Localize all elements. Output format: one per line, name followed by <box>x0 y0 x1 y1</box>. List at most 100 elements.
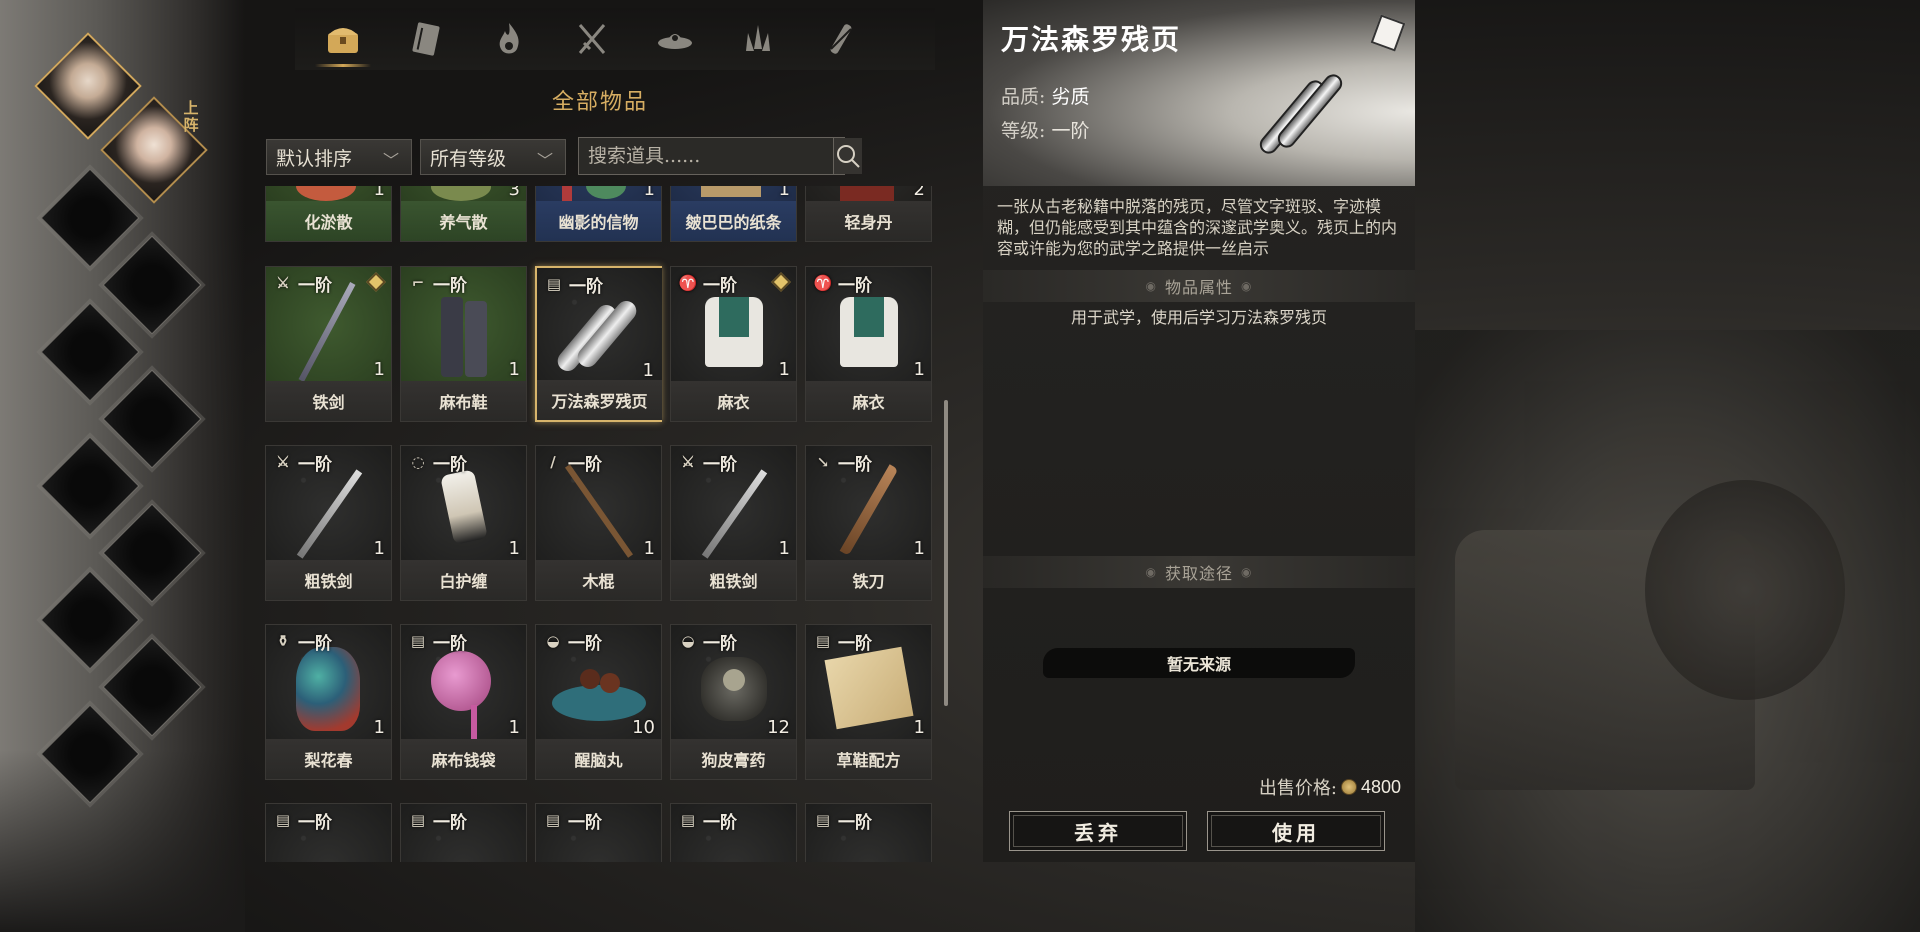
item-name: 铁剑 <box>266 381 391 421</box>
item-cell[interactable]: ↘ 一阶 1 铁刀 <box>805 445 932 601</box>
item-cell[interactable]: ∕ 一阶 1 木棍 <box>535 445 662 601</box>
item-count: 12 <box>767 717 790 738</box>
item-count: 1 <box>373 538 385 559</box>
item-cell[interactable]: ♈ 一阶 1 麻衣 <box>805 266 932 422</box>
item-name: 铁刀 <box>806 560 931 600</box>
tab-armor[interactable] <box>643 11 707 67</box>
hat-icon <box>658 34 692 49</box>
item-cell[interactable]: ⚱ 一阶 1 梨花春 <box>265 624 392 780</box>
section-title: 全部物品 <box>551 90 648 115</box>
quality-value: 劣质 <box>1051 86 1090 108</box>
sword-icon: ⚔ <box>276 452 290 471</box>
item-cell[interactable]: 1 幽影的信物 <box>535 186 662 242</box>
item-cell[interactable]: ◌ 一阶 1 白护缠 <box>400 445 527 601</box>
detail-title: 万法森罗残页 <box>1001 23 1182 56</box>
search-box <box>578 137 862 175</box>
category-tab-bar <box>295 8 935 70</box>
item-name: 梨花春 <box>266 739 391 779</box>
item-cell[interactable]: ⚔ 一阶 1 粗铁剑 <box>670 445 797 601</box>
item-name: 麻布鞋 <box>401 381 526 421</box>
item-cell[interactable]: ▤ 一阶 <box>670 803 797 862</box>
item-count: 10 <box>632 717 655 738</box>
item-tier: ◒ 一阶 <box>677 629 737 655</box>
sort-dropdown[interactable]: 默认排序 ﹀ <box>266 139 412 175</box>
tab-misc[interactable] <box>809 11 873 67</box>
tab-books[interactable] <box>394 11 458 67</box>
item-name: 轻身丹 <box>806 201 931 241</box>
item-cell[interactable]: ▤ 一阶 <box>535 803 662 862</box>
grade-label: 等级: <box>1001 120 1046 142</box>
search-input[interactable] <box>579 138 833 174</box>
grade-row: 等级: 一阶 <box>1001 116 1089 143</box>
item-tier-label: 一阶 <box>838 276 872 296</box>
item-tier-label: 一阶 <box>568 634 602 654</box>
grid-scrollbar[interactable] <box>944 400 948 706</box>
item-count: 2 <box>913 186 925 200</box>
item-tier-label: 一阶 <box>703 813 737 833</box>
blade-icon: ↘ <box>816 452 830 471</box>
item-cell[interactable]: ⚔ 一阶 1 粗铁剑 <box>265 445 392 601</box>
item-count: 1 <box>913 717 925 738</box>
item-cell[interactable]: ⌐ 一阶 1 麻布鞋 <box>400 266 527 422</box>
tab-herbs[interactable] <box>726 11 790 67</box>
item-cell-selected[interactable]: ▤ 一阶 1 万法森罗残页 <box>535 266 662 422</box>
item-tier: ♈ 一阶 <box>677 271 737 297</box>
item-count: 1 <box>508 717 520 738</box>
item-tier-label: 一阶 <box>298 813 332 833</box>
item-count: 1 <box>642 360 654 381</box>
source-text: 暂无来源 <box>1043 648 1355 678</box>
coin-icon <box>1340 779 1357 795</box>
tab-weapons[interactable] <box>560 11 624 67</box>
discard-button[interactable]: 丢弃 <box>1009 811 1187 851</box>
search-icon <box>837 145 860 168</box>
item-art <box>401 186 526 201</box>
item-tier-label: 一阶 <box>298 276 332 296</box>
scene-drum <box>1645 480 1845 700</box>
source-header-label: 获取途径 <box>1164 564 1233 583</box>
item-cell[interactable]: ◒ 一阶 10 醒脑丸 <box>535 624 662 780</box>
item-name: 草鞋配方 <box>806 739 931 779</box>
item-cell[interactable]: ▤ 一阶 <box>805 803 932 862</box>
item-count: 1 <box>643 538 655 559</box>
item-cell[interactable]: ▤ 一阶 1 麻布钱袋 <box>400 624 527 780</box>
item-tier-label: 一阶 <box>838 813 872 833</box>
item-cell[interactable]: ▤ 一阶 <box>400 803 527 862</box>
item-tier-label: 一阶 <box>433 276 467 296</box>
item-cell[interactable]: 1 皴巴巴的纸条 <box>670 186 797 242</box>
item-tier: ▤ 一阶 <box>407 808 467 834</box>
item-cell[interactable]: 1 化淤散 <box>265 186 392 242</box>
item-count: 1 <box>373 359 385 380</box>
item-cell[interactable]: 2 轻身丹 <box>805 186 932 242</box>
item-art <box>671 186 796 201</box>
tab-elixirs[interactable] <box>477 11 541 67</box>
item-cell[interactable]: ⚔ 一阶 1 铁剑 <box>265 266 392 422</box>
item-tier: ▤ 一阶 <box>542 808 602 834</box>
source-header: ◉ 获取途径 ◉ <box>983 556 1415 588</box>
item-tier-label: 一阶 <box>298 455 332 475</box>
item-cell[interactable]: ♈ 一阶 1 麻衣 <box>670 266 797 422</box>
armor-icon: ♈ <box>813 273 833 292</box>
grade-dropdown[interactable]: 所有等级 ﹀ <box>420 139 566 175</box>
item-cell[interactable]: ▤ 一阶 1 草鞋配方 <box>805 624 932 780</box>
quality-label: 品质: <box>1001 86 1046 108</box>
item-name: 醒脑丸 <box>536 739 661 779</box>
item-name: 养气散 <box>401 201 526 241</box>
item-name: 粗铁剑 <box>671 560 796 600</box>
item-tier-label: 一阶 <box>838 455 872 475</box>
chevron-down-icon: ﹀ <box>382 151 399 170</box>
item-tier: ⚱ 一阶 <box>272 629 332 655</box>
use-button[interactable]: 使用 <box>1207 811 1385 851</box>
scroll-icon: ▤ <box>275 810 291 829</box>
tab-all-items[interactable] <box>311 11 375 67</box>
sort-dropdown-value: 默认排序 <box>276 147 353 170</box>
scroll-icon: ▤ <box>815 810 831 829</box>
item-cell[interactable]: 3 养气散 <box>400 186 527 242</box>
search-button[interactable] <box>833 138 862 174</box>
item-tier-label: 一阶 <box>433 813 467 833</box>
item-name: 粗铁剑 <box>266 560 391 600</box>
bowl-icon: ◒ <box>546 631 560 650</box>
item-count: 1 <box>778 538 790 559</box>
item-cell[interactable]: ◒ 一阶 12 狗皮膏药 <box>670 624 797 780</box>
item-name: 白护缠 <box>401 560 526 600</box>
item-cell[interactable]: ▤ 一阶 <box>265 803 392 862</box>
